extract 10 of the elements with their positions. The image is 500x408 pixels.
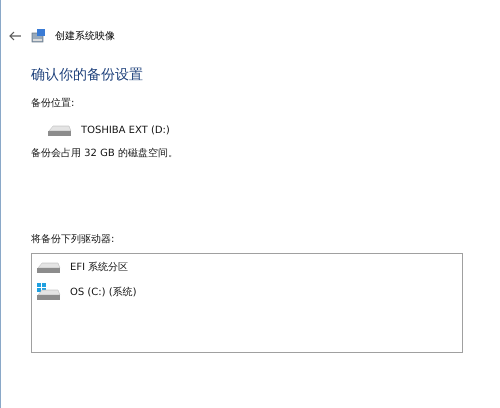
window-title: 创建系统映像 xyxy=(55,30,115,43)
drives-label: 将备份下列驱动器: xyxy=(31,233,116,246)
space-note: 备份会占用 32 GB 的磁盘空间。 xyxy=(31,146,179,160)
drive-list-item: EFI 系统分区 xyxy=(70,260,128,274)
page-heading: 确认你的备份设置 xyxy=(31,66,144,84)
windows-drive-icon xyxy=(36,283,62,301)
drive-name: TOSHIBA EXT (D:) xyxy=(81,124,170,136)
drive-list-item: OS (C:) (系统) xyxy=(70,286,137,299)
backup-icon xyxy=(31,28,47,44)
location-label: 备份位置: xyxy=(31,96,76,110)
